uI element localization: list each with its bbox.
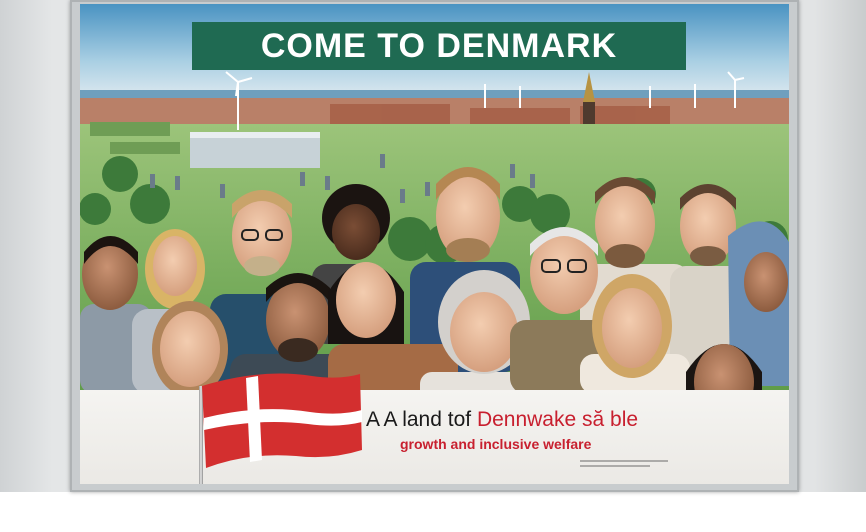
tagline-line-1: A A land tof Dennwake să ble (366, 408, 638, 432)
headline-box: COME TO DENMARK (192, 22, 686, 70)
poster: COME TO DENMARK A A land tof Dennwake să… (80, 4, 789, 484)
tagline-highlight: Dennwake să ble (476, 408, 639, 431)
headline: COME TO DENMARK (260, 26, 618, 65)
small-print-decoration (580, 460, 668, 467)
tagline-prefix: A A land tof (366, 408, 477, 431)
danish-flag (202, 373, 362, 468)
tagline-line-2: growth and inclusive welfare (400, 436, 592, 452)
